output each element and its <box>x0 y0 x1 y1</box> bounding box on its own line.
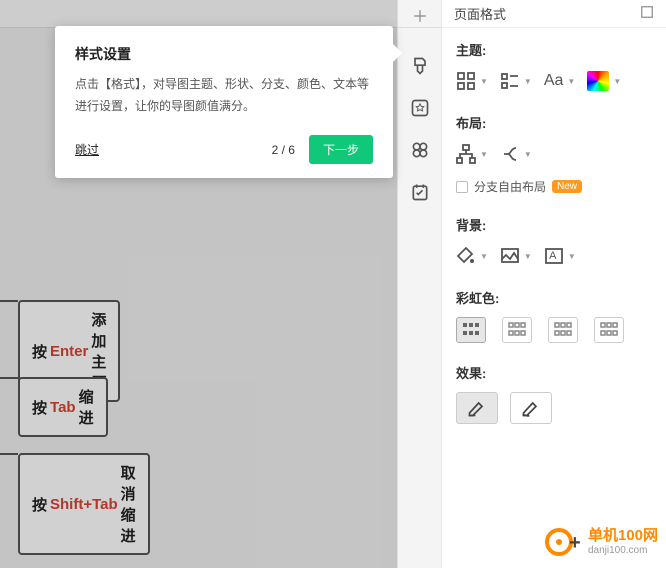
free-layout-label: 分支自由布局 <box>474 178 546 195</box>
tooltip-pointer-icon <box>393 44 402 62</box>
bg-fill-icon[interactable]: ▼ <box>456 244 488 268</box>
rainbow-label: 彩虹色: <box>456 288 652 307</box>
tooltip-footer-right: 2 / 6 下一步 <box>272 135 373 164</box>
logo-subtitle: danji100.com <box>588 545 658 556</box>
caret-down-icon: ▼ <box>480 150 488 159</box>
caret-down-icon: ▼ <box>613 77 621 86</box>
task-icon[interactable] <box>408 180 432 204</box>
tooltip-body: 点击【格式】，对导图主题、形状、分支、颜色、文本等进行设置，让你的导图颜值满分。 <box>75 74 373 117</box>
svg-text:+: + <box>569 532 581 554</box>
section-effect: 效果: <box>456 363 652 424</box>
checkbox-icon[interactable] <box>456 181 468 193</box>
caret-down-icon: ▼ <box>524 150 532 159</box>
tooltip-footer: 跳过 2 / 6 下一步 <box>75 135 373 164</box>
caret-down-icon: ▼ <box>480 252 488 261</box>
star-icon[interactable] <box>408 96 432 120</box>
theme-color-icon[interactable]: ▼ <box>587 69 621 93</box>
rainbow-opt-2[interactable] <box>502 317 532 343</box>
effect-pen-icon[interactable] <box>456 392 498 424</box>
section-background: 背景: ▼ ▼ A ▼ <box>456 215 652 268</box>
rainbow-opt-1[interactable] <box>456 317 486 343</box>
tooltip-title: 样式设置 <box>75 44 373 64</box>
caret-down-icon: ▼ <box>524 77 532 86</box>
theme-label: 主题: <box>456 40 652 59</box>
clover-icon[interactable] <box>408 138 432 162</box>
format-paint-icon[interactable] <box>408 54 432 78</box>
rainbow-swatch-icon <box>587 71 609 91</box>
panel-title: 页面格式 <box>454 4 506 23</box>
format-panel: 页面格式 主题: ▼ ▼ Aa ▼ <box>441 0 666 568</box>
next-button[interactable]: 下一步 <box>309 135 373 164</box>
onboarding-tooltip: 样式设置 点击【格式】，对导图主题、形状、分支、颜色、文本等进行设置，让你的导图… <box>55 26 393 178</box>
layout-label: 布局: <box>456 113 652 132</box>
overview-icon[interactable] <box>408 4 432 28</box>
caret-down-icon: ▼ <box>524 252 532 261</box>
logo-icon: + <box>542 522 582 562</box>
layout-branch-icon[interactable]: ▼ <box>500 142 532 166</box>
skip-link[interactable]: 跳过 <box>75 141 99 158</box>
theme-grid-icon[interactable]: ▼ <box>456 69 488 93</box>
caret-down-icon: ▼ <box>567 77 575 86</box>
bg-watermark-icon[interactable]: A ▼ <box>544 244 576 268</box>
divider <box>398 27 441 28</box>
side-nav <box>397 0 441 568</box>
rainbow-opt-3[interactable] <box>548 317 578 343</box>
bg-image-icon[interactable]: ▼ <box>500 244 532 268</box>
layout-tree-icon[interactable]: ▼ <box>456 142 488 166</box>
section-layout: 布局: ▼ ▼ 分支自由布局 New <box>456 113 652 195</box>
section-rainbow: 彩虹色: <box>456 288 652 343</box>
rainbow-opt-4[interactable] <box>594 317 624 343</box>
logo-text: 单机100网 danji100.com <box>588 528 658 556</box>
panel-header: 页面格式 <box>442 0 666 28</box>
caret-down-icon: ▼ <box>480 77 488 86</box>
text-aa-icon: Aa <box>544 72 564 90</box>
background-label: 背景: <box>456 215 652 234</box>
expand-icon[interactable] <box>640 5 654 22</box>
free-layout-option[interactable]: 分支自由布局 New <box>456 178 652 195</box>
effect-marker-icon[interactable] <box>510 392 552 424</box>
theme-text-icon[interactable]: Aa ▼ <box>544 69 576 93</box>
section-theme: 主题: ▼ ▼ Aa ▼ ▼ <box>456 40 652 93</box>
new-badge: New <box>552 180 582 193</box>
step-counter: 2 / 6 <box>272 143 295 157</box>
caret-down-icon: ▼ <box>568 252 576 261</box>
watermark-letter: A <box>549 250 556 262</box>
panel-body: 主题: ▼ ▼ Aa ▼ ▼ <box>442 28 666 424</box>
theme-list-icon[interactable]: ▼ <box>500 69 532 93</box>
effect-label: 效果: <box>456 363 652 382</box>
site-logo: + 单机100网 danji100.com <box>542 522 658 562</box>
logo-title: 单机100网 <box>588 528 658 545</box>
